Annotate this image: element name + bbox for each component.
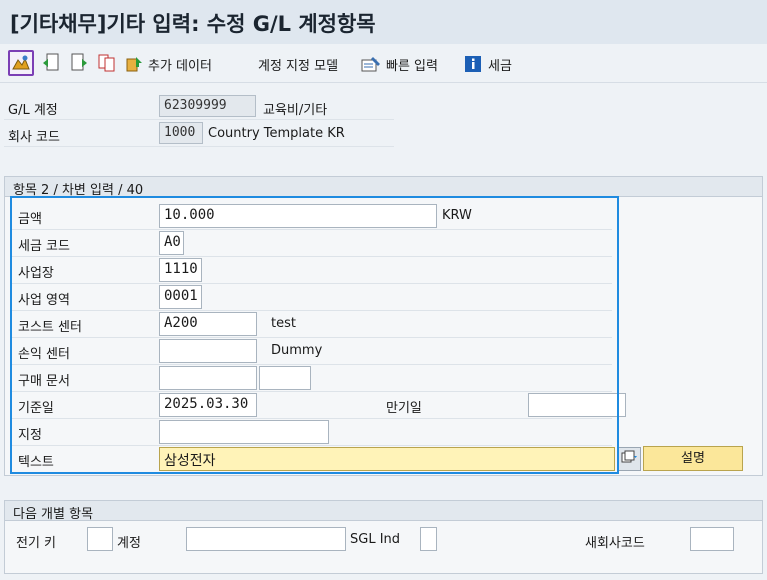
- next-doc-icon: [68, 52, 90, 74]
- copy-item-button[interactable]: [96, 52, 118, 74]
- row-divider: [4, 119, 394, 120]
- next-item-button[interactable]: [68, 52, 90, 74]
- previous-doc-icon: [40, 52, 62, 74]
- account-label: 계정: [117, 536, 141, 551]
- sgl-ind-label: SGL Ind: [350, 532, 401, 547]
- posting-key-input[interactable]: [87, 527, 113, 551]
- fast-entry-button[interactable]: 빠른 입력: [360, 53, 438, 75]
- account-model-button[interactable]: 계정 지정 모델: [258, 55, 338, 74]
- gl-account-desc: 교육비/기타: [263, 103, 328, 118]
- description-button[interactable]: 설명: [643, 446, 743, 471]
- row-divider: [4, 146, 394, 147]
- company-code-label: 회사 코드: [8, 130, 60, 145]
- next-item-section-title: 다음 개별 항목: [5, 501, 762, 522]
- new-company-code-label: 새회사코드: [585, 536, 645, 551]
- add-data-button[interactable]: 추가 데이터: [126, 53, 212, 75]
- posting-key-label: 전기 키: [16, 536, 57, 551]
- add-data-icon: [126, 53, 144, 75]
- tax-button[interactable]: 세금: [462, 53, 512, 75]
- long-text-button[interactable]: [617, 447, 641, 471]
- company-code-field: 1000: [159, 122, 203, 144]
- account-input[interactable]: [186, 527, 346, 551]
- fast-entry-label: 빠른 입력: [386, 58, 438, 74]
- sgl-ind-input[interactable]: [420, 527, 437, 551]
- focus-frame: [10, 196, 619, 474]
- toolbar: 추가 데이터 계정 지정 모델 빠른 입력 세금: [0, 44, 767, 83]
- add-data-label: 추가 데이터: [148, 58, 212, 74]
- copy-doc-icon: [96, 52, 118, 74]
- window-title: [기타채무]기타 입력: 수정 G/L 계정항목: [10, 12, 376, 36]
- tax-label: 세금: [488, 58, 512, 74]
- info-icon: [462, 53, 484, 75]
- gl-account-label: G/L 계정: [8, 103, 58, 118]
- gl-account-field: 62309999: [159, 95, 256, 117]
- title-bar: [기타채무]기타 입력: 수정 G/L 계정항목: [0, 0, 767, 44]
- account-model-label: 계정 지정 모델: [258, 59, 339, 74]
- previous-item-button[interactable]: [40, 52, 62, 74]
- company-code-desc: Country Template KR: [208, 126, 345, 141]
- long-text-icon: [621, 450, 637, 468]
- overview-button[interactable]: [8, 50, 34, 76]
- item-section-title: 항목 2 / 차변 입력 / 40: [5, 177, 762, 198]
- fast-entry-icon: [360, 53, 382, 75]
- overview-icon: [8, 50, 34, 76]
- new-company-code-input[interactable]: [690, 527, 734, 551]
